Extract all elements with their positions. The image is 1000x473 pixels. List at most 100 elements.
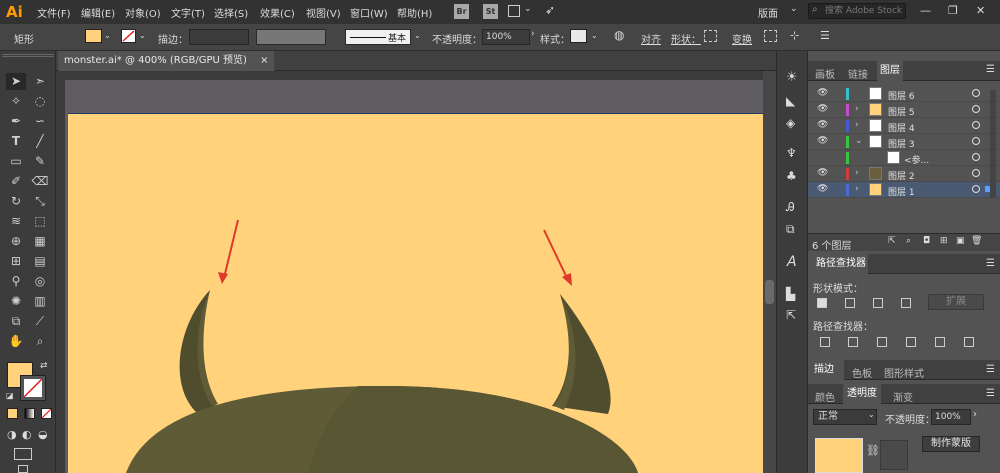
canvas-vertical-scrollbar[interactable] bbox=[763, 71, 776, 473]
tab-transparency[interactable]: 透明度 bbox=[843, 384, 881, 404]
target-circle-icon[interactable] bbox=[972, 137, 980, 145]
layer-row[interactable]: 👁 图层 6 bbox=[808, 86, 1000, 102]
menu-select[interactable]: 选择(S) bbox=[214, 5, 248, 20]
tab-links[interactable]: 链接 bbox=[848, 66, 868, 81]
tab-swatches[interactable]: 色板 bbox=[852, 365, 872, 380]
zoom-tool-icon[interactable]: ⌕ bbox=[30, 333, 50, 350]
magic-wand-tool-icon[interactable]: ✧ bbox=[6, 93, 26, 110]
close-icon[interactable]: ✕ bbox=[976, 4, 985, 17]
layer-name[interactable]: 图层 5 bbox=[888, 105, 915, 118]
gradient-tool-icon[interactable]: ▤ bbox=[30, 253, 50, 270]
link-mask-icon[interactable]: ⛓ bbox=[866, 444, 880, 457]
layer-name[interactable]: 图层 1 bbox=[888, 185, 915, 198]
brush-definition-field[interactable]: 基本 bbox=[345, 29, 411, 45]
new-layer-icon[interactable]: ▣ bbox=[956, 236, 965, 246]
mesh-tool-icon[interactable]: ⊞ bbox=[6, 253, 26, 270]
opacity-stepper-icon[interactable]: › bbox=[531, 29, 535, 39]
stroke-swatch[interactable] bbox=[121, 29, 136, 43]
layer-name[interactable]: 图层 3 bbox=[888, 137, 915, 150]
expand-chevron-icon[interactable]: › bbox=[855, 120, 859, 130]
menu-type[interactable]: 文字(T) bbox=[171, 5, 205, 20]
hand-tool-icon[interactable]: ✋ bbox=[6, 333, 26, 350]
recolor-artwork-icon[interactable]: ◍ bbox=[614, 28, 624, 42]
chevron-down-icon[interactable]: ⌄ bbox=[524, 4, 532, 14]
tab-gradient[interactable]: 渐变 bbox=[893, 389, 913, 404]
layer-row[interactable]: 👁 › 图层 2 bbox=[808, 166, 1000, 182]
stock-button[interactable]: St bbox=[483, 4, 498, 19]
crop-button[interactable] bbox=[906, 337, 916, 347]
document-tab[interactable]: monster.ai* @ 400% (RGB/GPU 预览) × bbox=[58, 51, 275, 71]
slice-tool-icon[interactable]: ⟋ bbox=[30, 313, 50, 330]
line-tool-icon[interactable]: ╱ bbox=[30, 133, 50, 150]
layer-name[interactable]: 图层 4 bbox=[888, 121, 915, 134]
minimize-icon[interactable]: — bbox=[920, 4, 931, 17]
free-transform-tool-icon[interactable]: ⬚ bbox=[30, 213, 50, 230]
menu-edit[interactable]: 编辑(E) bbox=[81, 5, 115, 20]
vertical-ruler[interactable] bbox=[56, 80, 65, 473]
layer-row[interactable]: 👁 › 图层 4 bbox=[808, 118, 1000, 134]
lasso-tool-icon[interactable]: ◌ bbox=[30, 93, 50, 110]
intersect-button[interactable] bbox=[873, 298, 883, 308]
panel-menu-icon[interactable]: ☰ bbox=[820, 29, 830, 42]
color-mode-icon[interactable] bbox=[7, 408, 18, 419]
blend-mode-chevron-icon[interactable]: ⌄ bbox=[868, 410, 875, 419]
target-circle-icon[interactable] bbox=[972, 105, 980, 113]
draw-behind-icon[interactable]: ◐ bbox=[22, 428, 32, 441]
layer-name[interactable]: <参... bbox=[904, 153, 929, 166]
shape-builder-tool-icon[interactable]: ⊕ bbox=[6, 233, 26, 250]
paintbrush-tool-icon[interactable]: ✎ bbox=[30, 153, 50, 170]
workspace-switcher[interactable]: 版面 bbox=[758, 5, 778, 20]
export-layer-icon[interactable]: ⇱ bbox=[888, 236, 896, 246]
character-icon[interactable]: Ꭿ bbox=[786, 200, 795, 215]
menu-file[interactable]: 文件(F) bbox=[37, 5, 71, 20]
stroke-color-box[interactable] bbox=[20, 375, 46, 401]
visibility-eye-icon[interactable]: 👁 bbox=[817, 105, 828, 114]
restore-icon[interactable]: ❐ bbox=[948, 4, 958, 17]
column-graph-tool-icon[interactable]: ▥ bbox=[30, 293, 50, 310]
paragraph-icon[interactable]: ⧉ bbox=[786, 222, 795, 237]
scale-tool-icon[interactable]: ⤡ bbox=[30, 193, 50, 210]
symbols-icon[interactable]: ♣ bbox=[786, 169, 797, 183]
tab-color[interactable]: 颜色 bbox=[815, 389, 835, 404]
direct-selection-tool-icon[interactable]: ➣ bbox=[30, 73, 50, 90]
minus-back-button[interactable] bbox=[964, 337, 974, 347]
variable-width-profile[interactable] bbox=[256, 29, 326, 45]
none-mode-icon[interactable] bbox=[41, 408, 52, 419]
unite-button[interactable] bbox=[817, 298, 827, 308]
locate-object-icon[interactable]: ⌕ bbox=[906, 236, 911, 246]
target-circle-icon[interactable] bbox=[972, 185, 980, 193]
pin-icon[interactable]: ⊹ bbox=[790, 29, 799, 42]
stroke-panel-menu-icon[interactable]: ☰ bbox=[986, 364, 995, 375]
tab-stroke[interactable]: 描边 bbox=[808, 360, 844, 380]
workspace-chevron-icon[interactable]: ⌄ bbox=[790, 4, 798, 14]
color-panel-menu-icon[interactable]: ☰ bbox=[986, 388, 995, 399]
new-sublayer-icon[interactable]: ⊞ bbox=[940, 236, 948, 246]
transform-button[interactable]: 变换 bbox=[732, 31, 752, 46]
divide-button[interactable] bbox=[820, 337, 830, 347]
object-thumbnail[interactable] bbox=[815, 438, 863, 473]
layer-row[interactable]: 👁 ⌄ 图层 3 bbox=[808, 134, 1000, 150]
fill-chevron-icon[interactable]: ⌄ bbox=[104, 31, 111, 40]
screen-mode-icon[interactable] bbox=[14, 448, 32, 460]
color-guide-icon[interactable]: ☀ bbox=[786, 70, 798, 85]
layer-row[interactable]: <参... bbox=[808, 150, 1000, 166]
arrange-documents-icon[interactable] bbox=[508, 5, 520, 17]
stroke-chevron-icon[interactable]: ⌄ bbox=[139, 31, 146, 40]
visibility-eye-icon[interactable]: 👁 bbox=[817, 121, 828, 130]
graphic-style-swatch[interactable] bbox=[570, 29, 587, 43]
draw-normal-icon[interactable]: ◑ bbox=[7, 428, 17, 441]
shaper-tool-icon[interactable]: ✐ bbox=[6, 173, 26, 190]
horizontal-ruler[interactable] bbox=[56, 71, 763, 80]
stroke-label[interactable]: 描边： bbox=[158, 31, 188, 46]
minus-front-button[interactable] bbox=[845, 298, 855, 308]
make-clipping-mask-icon[interactable]: ◘ bbox=[923, 236, 930, 246]
collapse-chevron-icon[interactable]: ⌄ bbox=[855, 136, 863, 146]
target-circle-icon[interactable] bbox=[972, 121, 980, 129]
fill-swatch[interactable] bbox=[85, 29, 102, 43]
export-icon[interactable]: ⇱ bbox=[786, 308, 796, 322]
curvature-tool-icon[interactable]: ∽ bbox=[30, 113, 50, 130]
opacity-label[interactable]: 不透明度： bbox=[432, 31, 482, 46]
search-input[interactable]: 搜索 Adobe Stock bbox=[808, 3, 906, 19]
target-circle-icon[interactable] bbox=[972, 153, 980, 161]
layer-row[interactable]: 👁 › 图层 5 bbox=[808, 102, 1000, 118]
